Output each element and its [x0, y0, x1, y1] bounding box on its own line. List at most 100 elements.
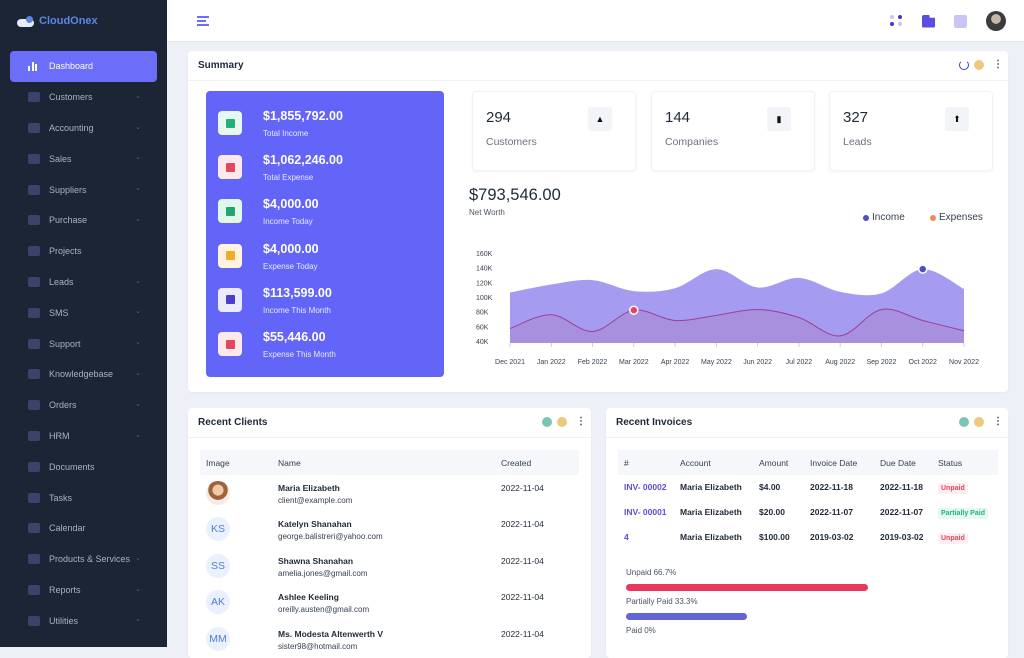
marker-expenses[interactable] — [630, 306, 638, 314]
col-image[interactable]: Image — [200, 450, 272, 475]
collapse-dot[interactable] — [557, 417, 567, 427]
net-worth: $793,546.00 Net Worth — [469, 186, 561, 217]
counter-companies[interactable]: 144 Companies ▮ — [651, 91, 815, 171]
sidebar-item-documents[interactable]: Documents — [10, 451, 157, 482]
refresh-icon[interactable] — [959, 60, 969, 70]
more-options-icon[interactable]: ⋮ — [576, 417, 582, 427]
chevron-down-icon: ⌄ — [135, 92, 141, 100]
sidebar-item-projects[interactable]: Projects — [10, 236, 157, 267]
invoice-number-link[interactable]: INV- 00002 — [618, 475, 674, 500]
sidebar-item-orders[interactable]: Orders⌄ — [10, 390, 157, 421]
more-options-icon[interactable]: ⋮ — [993, 417, 999, 427]
sidebar-item-purchase[interactable]: Purchase⌄ — [10, 205, 157, 236]
x-tick-label: Aug 2022 — [825, 359, 855, 366]
y-tick-label: 100K — [476, 295, 493, 302]
sidebar-item-label: Tasks — [49, 493, 72, 503]
recent-clients-title: Recent Clients — [198, 417, 267, 428]
client-initials-avatar: SS — [206, 554, 230, 578]
counter-label: Leads — [843, 136, 872, 148]
col-amount[interactable]: Amount — [753, 450, 804, 475]
invoice-number-link[interactable]: 4 — [618, 524, 674, 549]
invoice-date: 2022-11-18 — [804, 475, 874, 500]
sidebar-item-label: Utilities — [49, 616, 78, 626]
arrow-down-right-icon — [218, 155, 242, 179]
client-name[interactable]: Shawna Shanahan — [278, 556, 489, 566]
chevron-down-icon: ⌄ — [135, 153, 141, 161]
sidebar-item-accounting[interactable]: Accounting⌄ — [10, 113, 157, 144]
collapse-dot[interactable] — [974, 60, 984, 70]
client-row[interactable]: AK Ashlee Keeling oreilly.austen@gmail.c… — [200, 584, 579, 620]
y-tick-label: 40K — [476, 339, 489, 346]
brand[interactable]: CloudOnex — [0, 0, 167, 42]
apps-icon[interactable] — [890, 15, 903, 28]
sidebar-item-dashboard[interactable]: Dashboard — [10, 51, 157, 82]
sidebar-item-reports[interactable]: Reports⌄ — [10, 575, 157, 606]
stat-expense-this-month: $55,446.00 Expense This Month — [218, 330, 438, 370]
invoice-row[interactable]: INV- 00001 Maria Elizabeth $20.00 2022-1… — [618, 500, 998, 525]
client-name[interactable]: Katelyn Shanahan — [278, 519, 489, 529]
sidebar-item-sales[interactable]: Sales⌄ — [10, 143, 157, 174]
counter-leads[interactable]: 327 Leads ⬆ — [829, 91, 993, 171]
sidebar-item-tasks[interactable]: Tasks — [10, 482, 157, 513]
sidebar-item-knowledgebase[interactable]: Knowledgebase⌄ — [10, 359, 157, 390]
sidebar-item-hrm[interactable]: HRM⌄ — [10, 421, 157, 452]
col-created[interactable]: Created — [495, 450, 579, 475]
x-tick-label: Sep 2022 — [866, 359, 896, 366]
sidebar-item-customers[interactable]: Customers⌄ — [10, 82, 157, 113]
cube-icon — [28, 246, 40, 256]
invoice-row[interactable]: 4 Maria Elizabeth $100.00 2019-03-02 201… — [618, 524, 998, 549]
col-account[interactable]: Account — [674, 450, 753, 475]
col-number[interactable]: # — [618, 450, 674, 475]
sidebar-item-label: Suppliers — [49, 185, 87, 195]
clients-table: Image Name Created Maria Elizabeth clien… — [200, 450, 579, 657]
folder-notification-icon[interactable] — [922, 15, 935, 28]
client-row[interactable]: KS Katelyn Shanahan george.balistreri@ya… — [200, 511, 579, 547]
sidebar-item-leads[interactable]: Leads⌄ — [10, 267, 157, 298]
client-name[interactable]: Ms. Modesta Altenwerth V — [278, 629, 489, 639]
invoice-account: Maria Elizabeth — [674, 524, 753, 549]
sidebar-item-label: Leads — [49, 277, 74, 287]
clipboard-icon[interactable] — [954, 15, 967, 28]
chevron-down-icon: ⌄ — [135, 307, 141, 315]
client-row[interactable]: SS Shawna Shanahan amelia.jones@gmail.co… — [200, 548, 579, 584]
client-name[interactable]: Maria Elizabeth — [278, 483, 489, 493]
expand-dot[interactable] — [959, 417, 969, 427]
client-email: sister98@hotmail.com — [278, 642, 489, 651]
sidebar-item-products-services[interactable]: Products & Services⌄ — [10, 544, 157, 575]
sidebar-item-utilities[interactable]: Utilities⌄ — [10, 605, 157, 636]
circle-icon — [28, 277, 40, 287]
chevron-down-icon: ⌄ — [135, 554, 141, 562]
invoice-number-link[interactable]: INV- 00001 — [618, 500, 674, 525]
sidebar-item-label: Projects — [49, 246, 82, 256]
arrow-right-icon — [218, 332, 242, 356]
client-row[interactable]: MM Ms. Modesta Altenwerth V sister98@hot… — [200, 621, 579, 657]
col-name[interactable]: Name — [272, 450, 495, 475]
user-avatar[interactable] — [986, 11, 1006, 31]
more-options-icon[interactable]: ⋮ — [993, 60, 999, 70]
x-tick-label: Apr 2022 — [661, 359, 690, 366]
legend-expenses[interactable]: Expenses — [930, 212, 983, 223]
menu-toggle-icon[interactable] — [197, 16, 209, 26]
sidebar-item-suppliers[interactable]: Suppliers⌄ — [10, 174, 157, 205]
legend-income[interactable]: Income — [863, 212, 905, 223]
invoice-due-date: 2022-11-07 — [874, 500, 932, 525]
col-due-date[interactable]: Due Date — [874, 450, 932, 475]
progress-label: Paid 0% — [626, 626, 656, 635]
counter-customers[interactable]: 294 Customers ▲ — [472, 91, 636, 171]
y-tick-label: 140K — [476, 266, 493, 273]
invoice-row[interactable]: INV- 00002 Maria Elizabeth $4.00 2022-11… — [618, 475, 998, 500]
x-tick-label: Nov 2022 — [949, 359, 979, 366]
sidebar-item-calendar[interactable]: Calendar — [10, 513, 157, 544]
signal-icon — [218, 111, 242, 135]
expand-dot[interactable] — [542, 417, 552, 427]
marker-income[interactable] — [919, 265, 927, 273]
col-status[interactable]: Status — [932, 450, 998, 475]
client-name[interactable]: Ashlee Keeling — [278, 592, 489, 602]
sidebar-item-support[interactable]: Support⌄ — [10, 328, 157, 359]
col-invoice-date[interactable]: Invoice Date — [804, 450, 874, 475]
collapse-dot[interactable] — [974, 417, 984, 427]
client-row[interactable]: Maria Elizabeth client@example.com 2022-… — [200, 475, 579, 511]
sidebar-item-sms[interactable]: SMS⌄ — [10, 297, 157, 328]
income-expenses-chart: 40K60K80K100K120K140K160KDec 2021Jan 202… — [458, 243, 988, 373]
x-tick-label: May 2022 — [701, 359, 732, 366]
